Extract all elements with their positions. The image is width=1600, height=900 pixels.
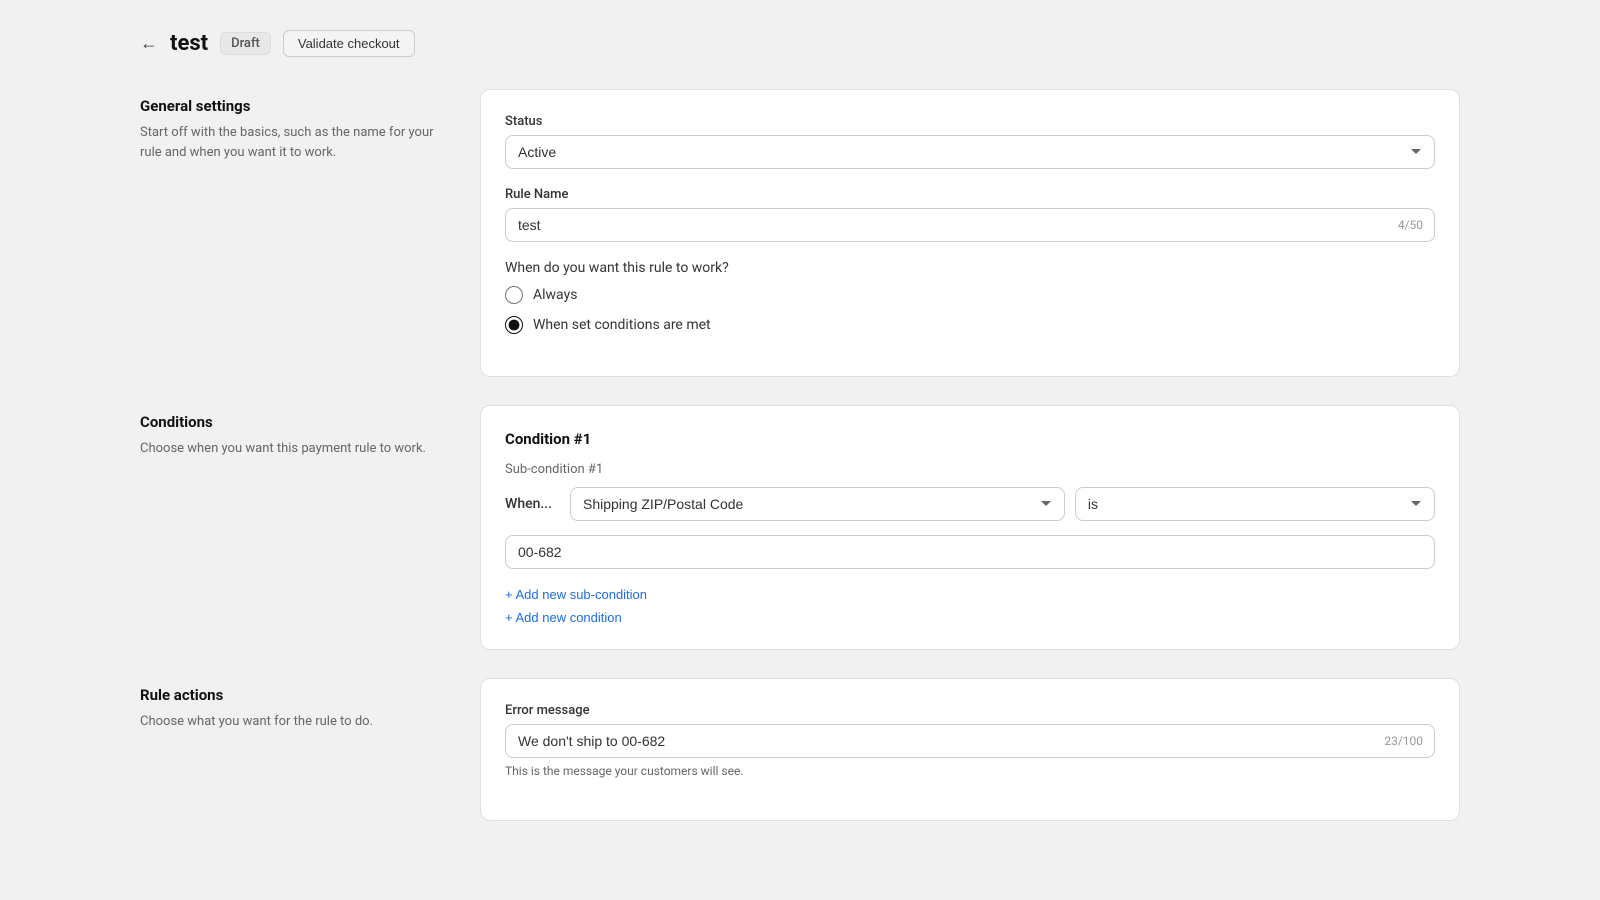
radio-conditions-item[interactable]: When set conditions are met (505, 316, 1435, 334)
page-header: ← test Draft Validate checkout (140, 30, 1460, 57)
general-settings-left: General settings Start off with the basi… (140, 89, 440, 162)
radio-conditions[interactable] (505, 316, 523, 334)
rule-actions-card: Error message 23/100 This is the message… (480, 678, 1460, 821)
when-rule-group: When do you want this rule to work? Alwa… (505, 260, 1435, 334)
general-settings-section: General settings Start off with the basi… (140, 89, 1460, 377)
error-message-char-count: 23/100 (1384, 734, 1423, 748)
when-row: When... Shipping ZIP/Postal Code Billing… (505, 487, 1435, 521)
back-button[interactable]: ← (140, 33, 158, 54)
when-label: When... (505, 496, 560, 512)
status-group: Status Active Inactive (505, 114, 1435, 169)
add-sub-condition-button[interactable]: + Add new sub-condition (505, 587, 647, 602)
error-message-group: Error message 23/100 This is the message… (505, 703, 1435, 778)
radio-always[interactable] (505, 286, 523, 304)
when-question-label: When do you want this rule to work? (505, 260, 1435, 276)
general-settings-heading: General settings (140, 97, 440, 115)
sub-condition-label: Sub-condition #1 (505, 462, 1435, 477)
error-message-helper: This is the message your customers will … (505, 764, 1435, 778)
radio-always-label: Always (533, 287, 577, 303)
rule-actions-heading: Rule actions (140, 686, 440, 704)
general-settings-description: Start off with the basics, such as the n… (140, 123, 440, 162)
rule-actions-section: Rule actions Choose what you want for th… (140, 678, 1460, 821)
error-message-label: Error message (505, 703, 1435, 718)
rule-name-input[interactable] (505, 208, 1435, 242)
status-select[interactable]: Active Inactive (505, 135, 1435, 169)
condition-value-input[interactable] (505, 535, 1435, 569)
conditions-section: Conditions Choose when you want this pay… (140, 405, 1460, 650)
conditions-heading: Conditions (140, 413, 440, 431)
draft-badge: Draft (220, 32, 271, 55)
radio-always-item[interactable]: Always (505, 286, 1435, 304)
condition-value-group (505, 535, 1435, 569)
page-title: test (170, 31, 208, 56)
when-type-select[interactable]: Shipping ZIP/Postal Code Billing ZIP/Pos… (570, 487, 1065, 521)
radio-group: Always When set conditions are met (505, 286, 1435, 334)
conditions-card: Condition #1 Sub-condition #1 When... Sh… (480, 405, 1460, 650)
rule-name-group: Rule Name 4/50 (505, 187, 1435, 242)
conditions-description: Choose when you want this payment rule t… (140, 439, 440, 459)
general-settings-card: Status Active Inactive Rule Name 4/50 Wh… (480, 89, 1460, 377)
rule-name-label: Rule Name (505, 187, 1435, 202)
conditions-left: Conditions Choose when you want this pay… (140, 405, 440, 459)
rule-name-input-wrapper: 4/50 (505, 208, 1435, 242)
rule-actions-left: Rule actions Choose what you want for th… (140, 678, 440, 732)
rule-actions-description: Choose what you want for the rule to do. (140, 712, 440, 732)
status-label: Status (505, 114, 1435, 129)
rule-name-char-count: 4/50 (1398, 218, 1423, 232)
error-message-input-wrapper: 23/100 (505, 724, 1435, 758)
radio-conditions-label: When set conditions are met (533, 317, 711, 333)
condition-title: Condition #1 (505, 430, 1435, 448)
operator-select[interactable]: is is not contains starts with (1075, 487, 1435, 521)
add-condition-button[interactable]: + Add new condition (505, 610, 622, 625)
validate-checkout-button[interactable]: Validate checkout (283, 30, 415, 57)
error-message-input[interactable] (505, 724, 1435, 758)
